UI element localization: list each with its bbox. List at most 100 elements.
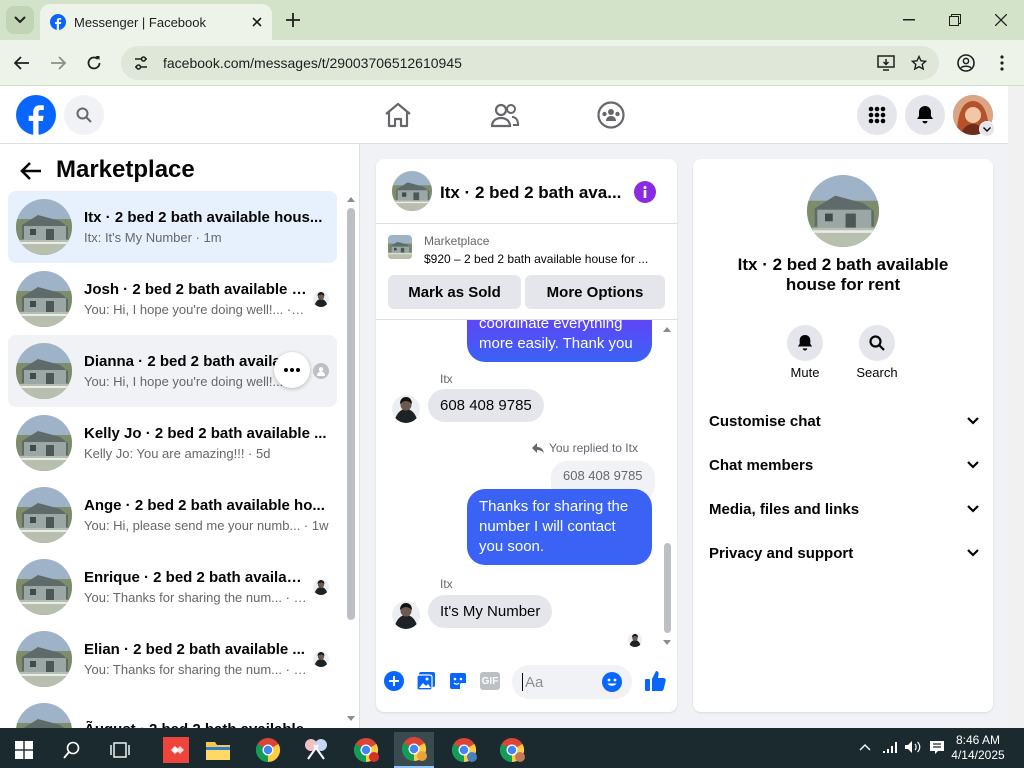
outgoing-message[interactable]: coordinate everything more easily. Thank… — [467, 320, 652, 362]
conversation-item[interactable]: Josh · 2 bed 2 bath available h... You: H… — [8, 263, 337, 335]
conversation-name: Elian · 2 bed 2 bath available ... — [84, 641, 305, 658]
chrome-icon — [401, 737, 427, 761]
taskbar-app-snipping[interactable] — [296, 732, 336, 768]
search-in-chat-button[interactable] — [859, 325, 895, 361]
sender-avatar[interactable] — [392, 601, 420, 629]
list-scrollbar[interactable] — [347, 196, 355, 728]
taskbar-app-chrome-profile-3[interactable] — [492, 732, 532, 768]
chat-avatar[interactable] — [392, 171, 432, 211]
taskbar-app-chrome-profile-1[interactable] — [346, 732, 386, 768]
conversation-thumbnail — [16, 271, 72, 327]
arrow-right-icon — [51, 56, 66, 70]
browser-menu-button[interactable] — [989, 50, 1015, 76]
taskbar-app-chrome[interactable] — [248, 732, 288, 768]
conversation-name: Enrique · 2 bed 2 bath availab... — [84, 569, 307, 586]
volume-icon[interactable] — [904, 740, 922, 754]
conversation-options-button[interactable] — [274, 352, 310, 388]
notifications-button[interactable] — [905, 95, 945, 135]
restore-button[interactable] — [932, 6, 978, 34]
scroll-up-icon[interactable] — [347, 196, 355, 204]
conversation-item[interactable]: Dianna · 2 bed 2 bath availab... You: Hi,… — [8, 335, 337, 407]
taskbar-app-chrome-profile-2[interactable] — [444, 732, 484, 768]
details-section-item[interactable]: Media, files and links — [709, 495, 979, 523]
nav-friends[interactable] — [491, 102, 519, 128]
conversation-item[interactable]: Elian · 2 bed 2 bath available ... You: T… — [8, 623, 337, 695]
details-section-item[interactable]: Privacy and support — [709, 539, 979, 567]
clock-time: 8:46 AM — [955, 733, 1001, 747]
conversation-item[interactable]: Itx · 2 bed 2 bath available hous... Itx:… — [8, 191, 337, 263]
details-section-item[interactable]: Customise chat — [709, 407, 979, 435]
bookmark-star-icon[interactable] — [911, 55, 927, 71]
start-button[interactable] — [4, 732, 44, 768]
message-input[interactable]: Aa — [512, 665, 632, 699]
taskbar-app-anydesk[interactable] — [156, 732, 196, 768]
taskbar-app-chrome-active[interactable] — [394, 732, 434, 768]
network-icon[interactable] — [882, 740, 898, 754]
taskbar-app-explorer[interactable] — [198, 732, 238, 768]
tab-list-button[interactable] — [6, 6, 34, 34]
seen-avatar — [313, 291, 329, 307]
nav-home[interactable] — [384, 102, 412, 128]
like-button[interactable] — [644, 670, 666, 692]
conversation-item[interactable]: Enrique · 2 bed 2 bath availab... You: Th… — [8, 551, 337, 623]
close-icon[interactable] — [252, 17, 262, 27]
incoming-message[interactable]: 608 408 9785 — [428, 389, 544, 422]
details-section-item[interactable]: Chat members — [709, 451, 979, 479]
notification-center-icon[interactable] — [929, 740, 945, 755]
conversation-preview: You: Hi, I hope you're doing well!... · … — [84, 302, 307, 317]
more-actions-button[interactable] — [384, 671, 404, 691]
more-options-button[interactable]: More Options — [525, 275, 665, 309]
conversation-name: Itx · 2 bed 2 bath available hous... — [84, 209, 323, 226]
back-button[interactable] — [9, 50, 35, 76]
scroll-down-icon[interactable] — [663, 639, 671, 646]
conversation-item[interactable]: Ange · 2 bed 2 bath available ho... You: … — [8, 479, 337, 551]
scroll-down-icon[interactable] — [347, 714, 355, 722]
outgoing-message[interactable]: Thanks for sharing the number I will con… — [467, 489, 652, 565]
conversation-preview: Kelly Jo: You are amazing!!! · 5d — [84, 446, 271, 461]
task-view-button[interactable] — [100, 732, 140, 768]
listing-avatar[interactable] — [807, 175, 879, 247]
mute-button[interactable] — [787, 325, 823, 361]
incoming-message[interactable]: It's My Number — [428, 595, 553, 628]
new-tab-button[interactable] — [282, 9, 304, 31]
search-button[interactable] — [64, 95, 104, 135]
forward-button[interactable] — [45, 50, 71, 76]
conversation-thumbnail — [16, 631, 72, 687]
active-tab[interactable]: Messenger | Facebook — [40, 4, 272, 40]
account-menu-button[interactable] — [979, 121, 995, 137]
scroll-up-icon[interactable] — [663, 326, 671, 333]
chat-title[interactable]: Itx · 2 bed 2 bath ava... — [440, 183, 621, 203]
taskbar-search-button[interactable] — [52, 732, 92, 768]
omnibox[interactable]: facebook.com/messages/t/2900370651261094… — [121, 46, 939, 80]
install-app-icon[interactable] — [877, 55, 895, 71]
close-window-button[interactable] — [978, 6, 1024, 34]
anydesk-app-icon — [163, 737, 189, 763]
reload-button[interactable] — [81, 50, 107, 76]
listing-title[interactable]: $920 – 2 bed 2 bath available house for … — [424, 252, 648, 266]
listing-thumbnail[interactable] — [388, 235, 412, 259]
thread-scrollbar-thumb[interactable] — [664, 543, 671, 633]
page-scrollbar[interactable] — [1008, 86, 1024, 728]
mark-as-sold-button[interactable]: Mark as Sold — [388, 275, 521, 309]
nav-groups[interactable] — [597, 101, 625, 129]
info-button[interactable] — [634, 181, 656, 203]
conversation-item[interactable]: Kelly Jo · 2 bed 2 bath available ... Kel… — [8, 407, 337, 479]
emoji-icon[interactable] — [602, 672, 622, 692]
clock[interactable]: 8:46 AM 4/14/2025 — [950, 733, 1006, 763]
site-settings-icon[interactable] — [133, 55, 149, 71]
chrome-icon — [499, 738, 525, 762]
profile-button[interactable] — [953, 50, 979, 76]
list-scrollbar-thumb[interactable] — [347, 208, 355, 620]
facebook-logo[interactable] — [16, 95, 56, 135]
menu-button[interactable] — [857, 95, 897, 135]
gif-button[interactable]: GIF — [480, 672, 500, 690]
back-arrow-button[interactable] — [20, 161, 42, 181]
sender-name: Itx — [440, 372, 453, 386]
chevron-up-icon[interactable] — [859, 743, 871, 751]
conversation-item[interactable]: Ãugust · 2 bed 2 bath available ... — [8, 695, 337, 728]
attach-photo-button[interactable] — [416, 671, 436, 691]
search-icon — [869, 335, 885, 351]
sender-avatar[interactable] — [392, 395, 420, 423]
minimize-button[interactable] — [886, 6, 932, 34]
sticker-button[interactable] — [448, 671, 468, 691]
